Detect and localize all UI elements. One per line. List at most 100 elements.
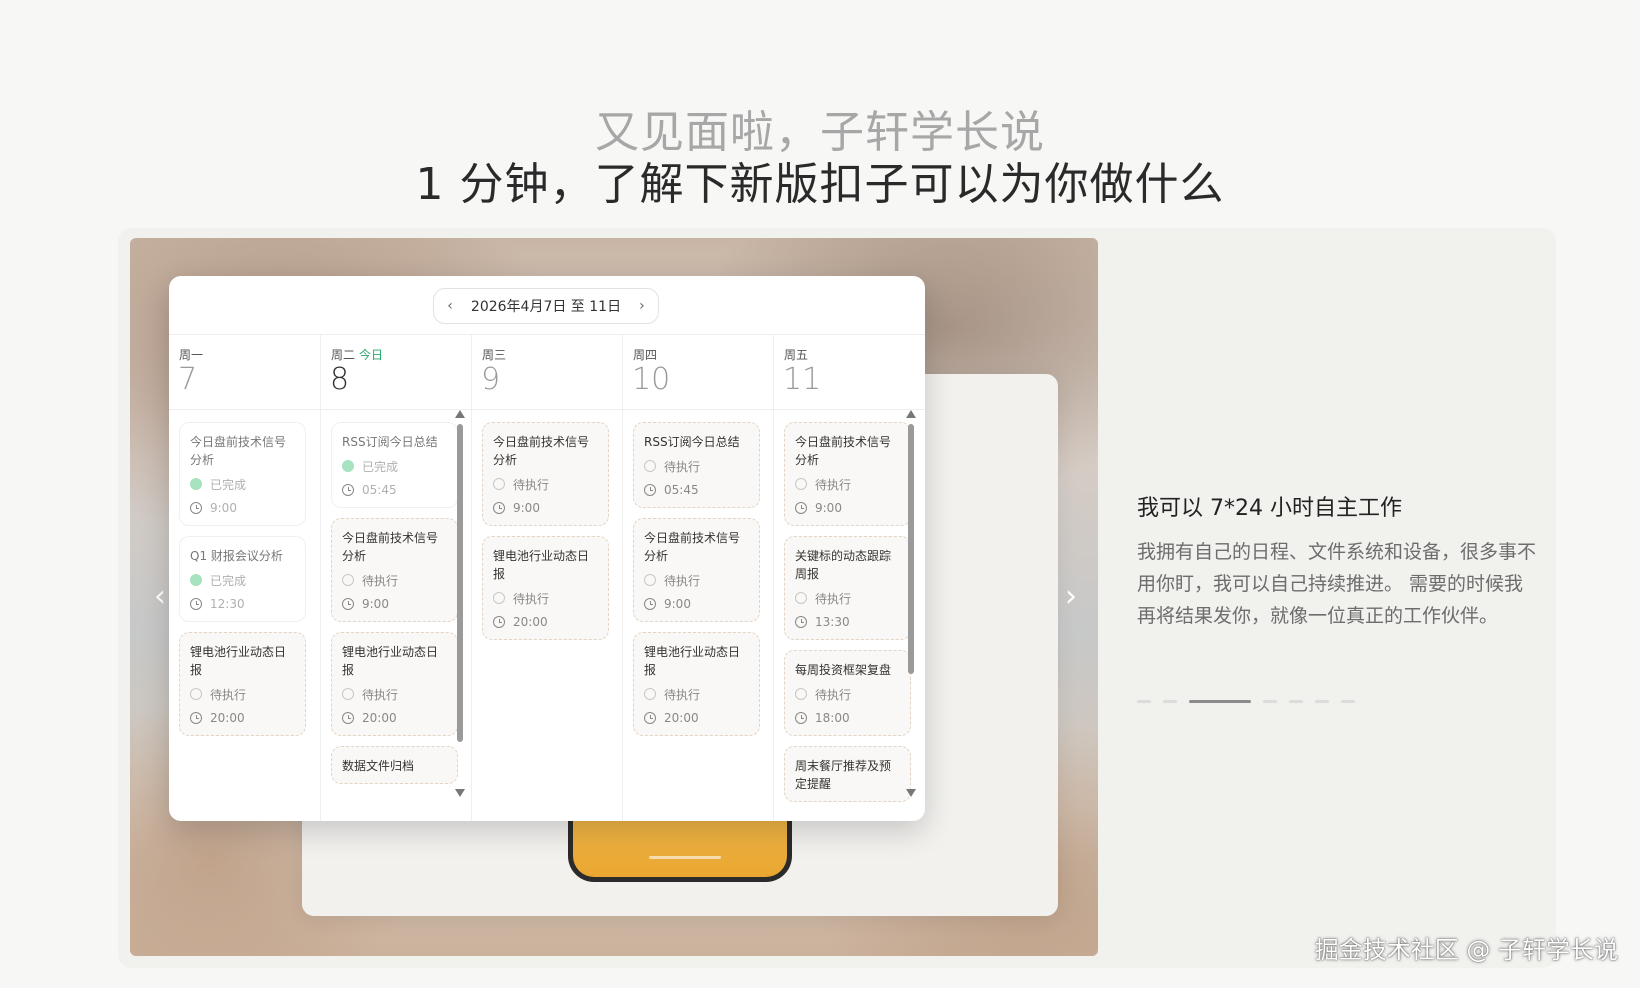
task-card[interactable]: 关键标的动态跟踪周报待执行 13:30 bbox=[784, 536, 911, 640]
status-pending-icon bbox=[795, 688, 807, 700]
day-header[interactable]: 周三 9 bbox=[472, 334, 623, 410]
task-status-row: 待执行 bbox=[342, 571, 447, 589]
task-card[interactable]: Q1 财报会议分析 已完成 12:30 bbox=[179, 536, 306, 622]
task-card[interactable]: 周末餐厅推荐及预定提醒 bbox=[784, 746, 911, 802]
task-status: 待执行 bbox=[664, 573, 701, 588]
task-status-row: 待执行 bbox=[493, 475, 598, 493]
task-card[interactable]: 锂电池行业动态日报 待执行 20:00 bbox=[633, 632, 760, 736]
weekday-label: 周四 bbox=[633, 348, 658, 362]
day-name: 周二 今日 bbox=[331, 346, 383, 363]
task-time-row: 20:00 bbox=[644, 709, 749, 727]
clock-icon bbox=[644, 712, 656, 724]
chevron-right-icon[interactable]: › bbox=[631, 298, 653, 314]
pagination-dot[interactable] bbox=[1189, 700, 1251, 703]
task-card[interactable]: 每周投资框架复盘 待执行 18:00 bbox=[784, 650, 911, 736]
task-card[interactable]: 今日盘前技术信号分析 待执行 9:00 bbox=[784, 422, 911, 526]
scroll-thumb[interactable] bbox=[908, 424, 914, 674]
scroll-down-icon[interactable] bbox=[455, 789, 465, 797]
status-done-icon bbox=[190, 478, 202, 490]
pagination-dot[interactable] bbox=[1263, 700, 1277, 703]
task-time-row: 9:00 bbox=[493, 499, 598, 517]
pagination-dots bbox=[1137, 700, 1355, 703]
task-list: 今日盘前技术信号分析 待执行 9:00 关键标的动态跟踪周报待执行 13:30 每周投资框… bbox=[784, 422, 911, 812]
pagination-dot[interactable] bbox=[1163, 700, 1177, 703]
task-card[interactable]: 数据文件归档 bbox=[331, 746, 458, 784]
task-status: 待执行 bbox=[210, 687, 247, 702]
task-title: RSS订阅今日总结 bbox=[342, 435, 438, 449]
task-status-row: 待执行 bbox=[644, 571, 749, 589]
task-time: 20:00 bbox=[664, 711, 699, 725]
clock-icon bbox=[644, 598, 656, 610]
scroll-down-icon[interactable] bbox=[906, 789, 916, 797]
task-card[interactable]: 锂电池行业动态日报 待执行 20:00 bbox=[482, 536, 609, 640]
task-time-row: 9:00 bbox=[644, 595, 749, 613]
status-pending-icon bbox=[190, 688, 202, 700]
task-status: 待执行 bbox=[815, 687, 852, 702]
date-range-selector[interactable]: ‹ 2026年4月7日 至 11日 › bbox=[433, 288, 659, 324]
day-name: 周三 bbox=[482, 346, 506, 363]
scrollbar-tuesday[interactable] bbox=[454, 410, 466, 797]
task-time-row: 9:00 bbox=[342, 595, 447, 613]
task-time: 9:00 bbox=[210, 501, 237, 515]
task-list: RSS订阅今日总结 已完成 05:45 今日盘前技术信号分析 待执行 9:00 锂电池行业动… bbox=[331, 422, 458, 794]
watermark: 掘金技术社区 @ 子轩学长说 bbox=[1314, 936, 1618, 964]
task-status: 待执行 bbox=[664, 687, 701, 702]
task-card[interactable]: 今日盘前技术信号分析 待执行 9:00 bbox=[331, 518, 458, 622]
scroll-up-icon[interactable] bbox=[906, 410, 916, 418]
task-time-row: 20:00 bbox=[493, 613, 598, 631]
day-date-number: 8 bbox=[330, 362, 350, 397]
task-status: 已完成 bbox=[362, 459, 399, 474]
pagination-dot[interactable] bbox=[1315, 700, 1329, 703]
task-status-row: 已完成 bbox=[342, 457, 447, 475]
task-title: 今日盘前技术信号分析 bbox=[493, 435, 590, 467]
task-status-row: 待执行 bbox=[644, 685, 749, 703]
pagination-dot[interactable] bbox=[1137, 700, 1151, 703]
pagination-dot[interactable] bbox=[1289, 700, 1303, 703]
day-header[interactable]: 周二 今日 8 bbox=[321, 334, 472, 410]
task-status-row: 待执行 bbox=[190, 685, 295, 703]
task-card[interactable]: 今日盘前技术信号分析 待执行 9:00 bbox=[633, 518, 760, 622]
pagination-dot[interactable] bbox=[1341, 700, 1355, 703]
task-time: 12:30 bbox=[210, 597, 245, 611]
task-status: 已完成 bbox=[210, 477, 247, 492]
phone-home-bar bbox=[649, 856, 721, 859]
task-time: 9:00 bbox=[664, 597, 691, 611]
day-column: 周三 9 今日盘前技术信号分析待执行 9:00 锂电池行业动态日报 待执行 20:00 bbox=[471, 334, 623, 821]
task-card[interactable]: 今日盘前技术信号分析 已完成 9:00 bbox=[179, 422, 306, 526]
task-time: 20:00 bbox=[513, 615, 548, 629]
task-card[interactable]: 今日盘前技术信号分析待执行 9:00 bbox=[482, 422, 609, 526]
task-card[interactable]: 锂电池行业动态日报待执行 20:00 bbox=[331, 632, 458, 736]
task-status-row: 已完成 bbox=[190, 571, 295, 589]
task-time: 20:00 bbox=[362, 711, 397, 725]
status-pending-icon bbox=[342, 688, 354, 700]
task-title: 锂电池行业动态日报 bbox=[342, 645, 439, 677]
scroll-thumb[interactable] bbox=[457, 424, 463, 742]
day-date-number: 7 bbox=[178, 362, 198, 397]
task-status-row: 待执行 bbox=[342, 685, 447, 703]
day-date-number: 9 bbox=[481, 362, 501, 397]
clock-icon bbox=[190, 502, 202, 514]
day-header[interactable]: 周一 7 bbox=[169, 334, 320, 410]
day-column: 周五 11 今日盘前技术信号分析 待执行 9:00 关键标的动态跟踪周报待执行 13:30 每… bbox=[773, 334, 925, 821]
task-card[interactable]: 锂电池行业动态日报 待执行 20:00 bbox=[179, 632, 306, 736]
day-header[interactable]: 周五 11 bbox=[774, 334, 925, 410]
chevron-left-icon[interactable]: ‹ bbox=[439, 298, 461, 314]
next-slide-arrow-icon[interactable]: › bbox=[1056, 582, 1086, 612]
task-time: 13:30 bbox=[815, 615, 850, 629]
task-status-row: 待执行 bbox=[795, 589, 900, 607]
day-column: 周二 今日 8 RSS订阅今日总结 已完成 05:45 今日盘前技术信号分析 待执行 9:00 锂… bbox=[320, 334, 472, 821]
day-date-number: 11 bbox=[783, 362, 822, 397]
task-title: 关键标的动态跟踪周报 bbox=[795, 549, 892, 581]
day-name: 周五 bbox=[784, 346, 808, 363]
day-name: 周四 bbox=[633, 346, 657, 363]
scroll-up-icon[interactable] bbox=[455, 410, 465, 418]
scrollbar-friday[interactable] bbox=[905, 410, 917, 797]
task-card[interactable]: RSS订阅今日总结 待执行 05:45 bbox=[633, 422, 760, 508]
status-pending-icon bbox=[342, 574, 354, 586]
task-status: 待执行 bbox=[815, 591, 852, 606]
day-header[interactable]: 周四 10 bbox=[623, 334, 774, 410]
task-card[interactable]: RSS订阅今日总结 已完成 05:45 bbox=[331, 422, 458, 508]
clock-icon bbox=[795, 502, 807, 514]
status-done-icon bbox=[190, 574, 202, 586]
task-time-row: 9:00 bbox=[795, 499, 900, 517]
